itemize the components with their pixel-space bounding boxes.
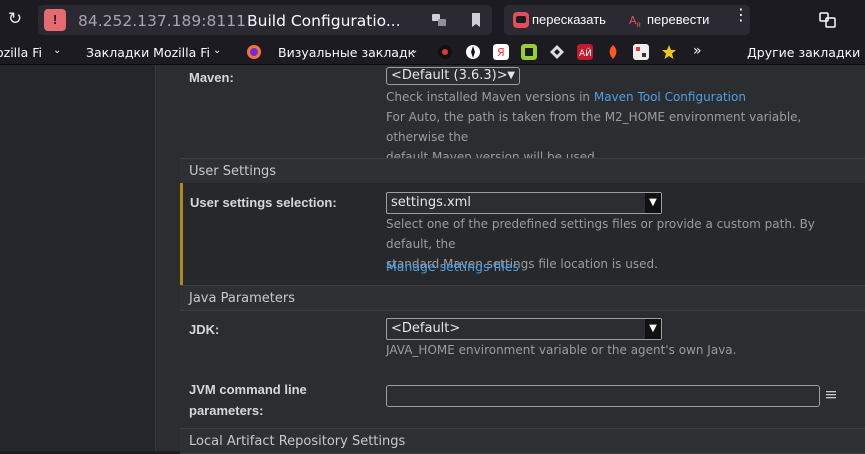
sidebar bbox=[0, 65, 156, 451]
jvm-label-line1: JVM command line bbox=[189, 382, 307, 397]
extension-group: пересказать A я перевести bbox=[504, 5, 750, 35]
translate-button[interactable]: перевести bbox=[647, 12, 709, 27]
section-local-artifact-repository: Local Artifact Repository Settings bbox=[180, 428, 865, 454]
chevron-down-icon[interactable]: ⌄ bbox=[53, 45, 61, 56]
section-user-settings: User Settings bbox=[180, 158, 865, 184]
insecure-warning-icon[interactable]: ! bbox=[44, 9, 66, 31]
user-settings-label: User settings selection: bbox=[190, 195, 337, 210]
maven-select[interactable]: <Default (3.6.3)> ▼ bbox=[386, 67, 520, 85]
user-settings-select[interactable]: settings.xml ▼ bbox=[386, 192, 662, 214]
dropdown-arrow-icon[interactable]: ▼ bbox=[645, 193, 661, 213]
bookmark-icon[interactable] bbox=[468, 12, 484, 28]
dropdown-arrow-icon[interactable]: ▼ bbox=[645, 319, 661, 339]
reload-icon[interactable]: ↻ bbox=[5, 9, 25, 29]
yandex-icon[interactable]: Я bbox=[493, 44, 509, 60]
maven-tool-configuration-link[interactable]: Maven Tool Configuration bbox=[594, 90, 746, 104]
page-title: Build Configuratio... bbox=[247, 12, 401, 30]
maven-help-prefix: Check installed Maven versions in bbox=[386, 90, 594, 104]
jdk-select[interactable]: <Default> ▼ bbox=[386, 318, 662, 340]
bookmark-folder-2[interactable]: Закладки Mozilla Fi bbox=[86, 45, 210, 60]
bookmark-site-icon-5[interactable]: АЙ bbox=[577, 44, 593, 60]
maven-help: Check installed Maven versions in Maven … bbox=[386, 87, 861, 167]
star-icon[interactable] bbox=[661, 44, 677, 60]
url-text[interactable]: 84.252.137.189:8111 bbox=[78, 12, 246, 30]
other-bookmarks[interactable]: Другие закладки bbox=[747, 45, 860, 60]
browser-toolbar: ↻ ! 84.252.137.189:8111 Build Configurat… bbox=[0, 0, 865, 40]
section-title: User Settings bbox=[189, 164, 277, 179]
section-title: Java Parameters bbox=[189, 291, 295, 306]
bookmark-folder-1[interactable]: ozilla Fi bbox=[0, 45, 42, 60]
firefox-icon[interactable] bbox=[246, 44, 262, 60]
retell-button[interactable]: пересказать bbox=[532, 12, 606, 27]
maven-select-value: <Default (3.6.3)> bbox=[391, 68, 508, 83]
user-settings-help-line1: Select one of the predefined settings fi… bbox=[386, 217, 815, 251]
chevron-down-icon: ▼ bbox=[507, 70, 515, 81]
more-menu-icon[interactable]: ⋮ bbox=[733, 5, 749, 25]
bookmark-site-icon-2[interactable] bbox=[465, 44, 481, 60]
svg-text:Я: Я bbox=[497, 46, 505, 59]
retell-icon bbox=[513, 12, 529, 28]
translate-page-icon[interactable] bbox=[431, 12, 447, 28]
bookmark-site-icon-1[interactable] bbox=[437, 44, 453, 60]
jdk-value: <Default> bbox=[391, 321, 461, 336]
jvm-parameters-input[interactable] bbox=[386, 385, 820, 407]
bookmark-site-icon-3[interactable] bbox=[521, 44, 537, 60]
bookmark-site-icon-7[interactable] bbox=[633, 44, 649, 60]
bookmark-site-icon-4[interactable] bbox=[549, 44, 565, 60]
svg-text:я: я bbox=[636, 20, 641, 28]
chevron-down-icon[interactable]: ⌄ bbox=[213, 45, 221, 56]
bookmarks-bar: ozilla Fi ⌄ Закладки Mozilla Fi ⌄ Визуал… bbox=[0, 40, 865, 65]
manage-settings-files-link[interactable]: Manage settings files bbox=[386, 257, 519, 277]
bookmark-site-icon-6[interactable] bbox=[605, 44, 621, 60]
svg-text:АЙ: АЙ bbox=[579, 47, 592, 59]
bookmark-folder-3[interactable]: Визуальные закладк bbox=[278, 45, 415, 60]
chevron-down-icon[interactable]: ⌄ bbox=[410, 45, 418, 56]
translate-icon: A я bbox=[629, 14, 641, 28]
maven-label: Maven: bbox=[189, 70, 234, 85]
jvm-label-line2: parameters: bbox=[189, 403, 264, 418]
section-title: Local Artifact Repository Settings bbox=[189, 434, 406, 449]
section-java-parameters: Java Parameters bbox=[180, 285, 865, 311]
maven-help-line2: For Auto, the path is taken from the M2_… bbox=[386, 110, 802, 144]
bookmarks-overflow-icon[interactable]: » bbox=[693, 43, 702, 59]
jdk-help: JAVA_HOME environment variable or the ag… bbox=[386, 343, 737, 357]
extensions-icon[interactable] bbox=[818, 10, 838, 30]
jdk-label: JDK: bbox=[189, 322, 220, 337]
expand-editor-icon[interactable] bbox=[826, 390, 836, 400]
user-settings-value: settings.xml bbox=[391, 195, 471, 210]
address-bar[interactable]: ! 84.252.137.189:8111 Build Configuratio… bbox=[38, 5, 492, 35]
